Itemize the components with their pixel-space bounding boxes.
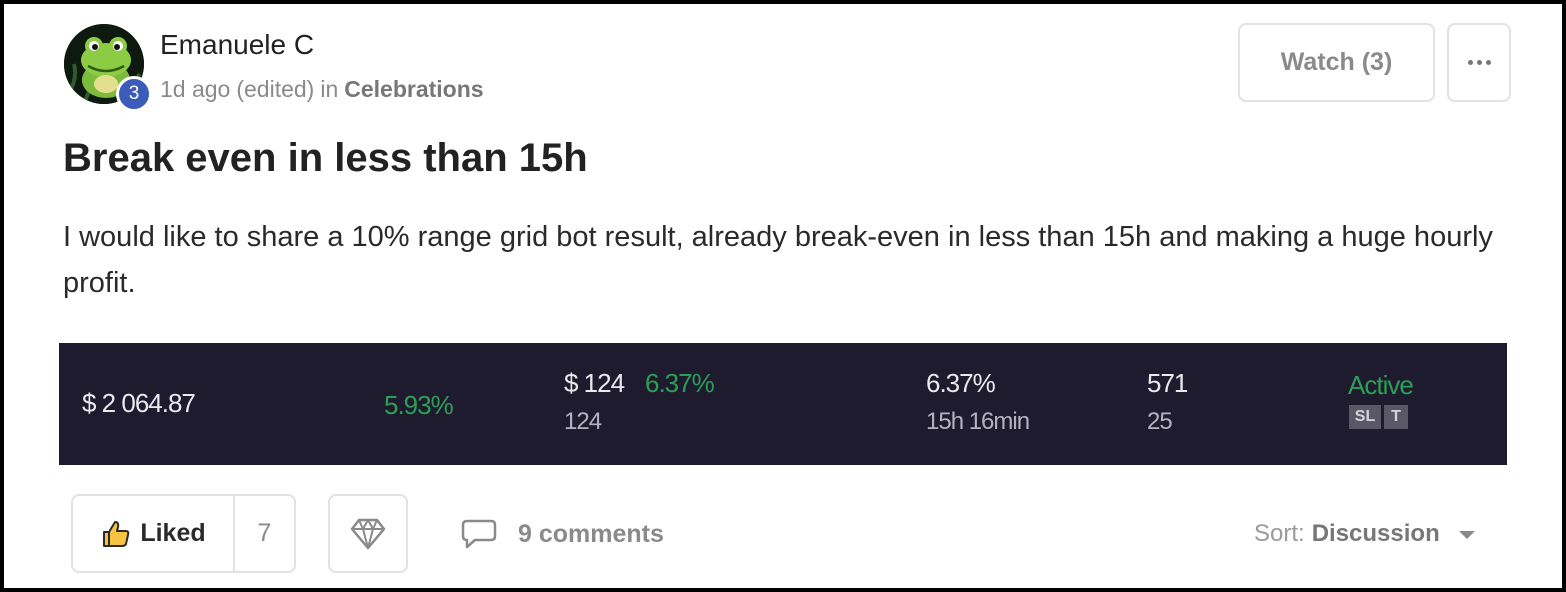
bot-profit-sub: 124 <box>564 408 602 435</box>
sort-value: Discussion <box>1311 520 1440 547</box>
watch-button[interactable]: Watch (3) <box>1238 23 1435 102</box>
bot-apr: 5.93% <box>384 390 454 420</box>
post-body: I would like to share a 10% range grid b… <box>63 221 1493 299</box>
more-options-button[interactable] <box>1447 23 1511 102</box>
like-count[interactable]: 7 <box>235 496 294 571</box>
bot-status: Active <box>1348 370 1414 400</box>
in-label: in <box>320 76 339 102</box>
more-dots-icon <box>1466 60 1493 65</box>
comments-label: 9 comments <box>518 519 664 548</box>
author-avatar[interactable]: 3 <box>64 24 154 114</box>
take-profit-tag: T <box>1384 405 1408 429</box>
gem-icon <box>349 517 387 551</box>
post-meta: 1d ago (edited) in Celebrations <box>160 76 484 103</box>
chevron-down-icon <box>1458 530 1476 540</box>
sort-dropdown[interactable]: Sort: Discussion <box>1254 516 1476 552</box>
bot-runtime: 15h 16min <box>926 408 1030 435</box>
like-label: Liked <box>140 519 206 547</box>
author-name[interactable]: Emanuele C <box>160 29 314 61</box>
bot-profit-percent: 6.37% <box>645 368 715 398</box>
stop-loss-tag: SL <box>1349 405 1381 429</box>
like-button[interactable]: Liked <box>73 496 235 571</box>
like-group: Liked 7 <box>71 494 296 573</box>
bot-profit: $ 124 <box>564 368 625 398</box>
thumbs-up-icon <box>100 518 132 550</box>
bot-transactions: 571 <box>1147 368 1188 398</box>
sort-label: Sort: <box>1254 520 1305 547</box>
post-card: 3 Emanuele C 1d ago (edited) in Celebration… <box>4 4 1562 588</box>
category-link[interactable]: Celebrations <box>344 76 483 102</box>
author-level-badge: 3 <box>116 76 152 112</box>
comments-link[interactable]: 9 comments <box>460 516 664 552</box>
bot-result-image <box>59 343 1507 465</box>
edited-label: (edited) <box>236 76 315 102</box>
post-time: 1d ago <box>160 76 231 102</box>
bot-return-percent: 6.37% <box>926 368 996 398</box>
gem-button[interactable] <box>328 494 408 573</box>
bot-transactions-sub: 25 <box>1147 408 1173 435</box>
bot-investment: $ 2 064.87 <box>82 388 196 418</box>
post-title: Break even in less than 15h <box>63 136 588 180</box>
comment-bubble-icon <box>460 518 498 550</box>
